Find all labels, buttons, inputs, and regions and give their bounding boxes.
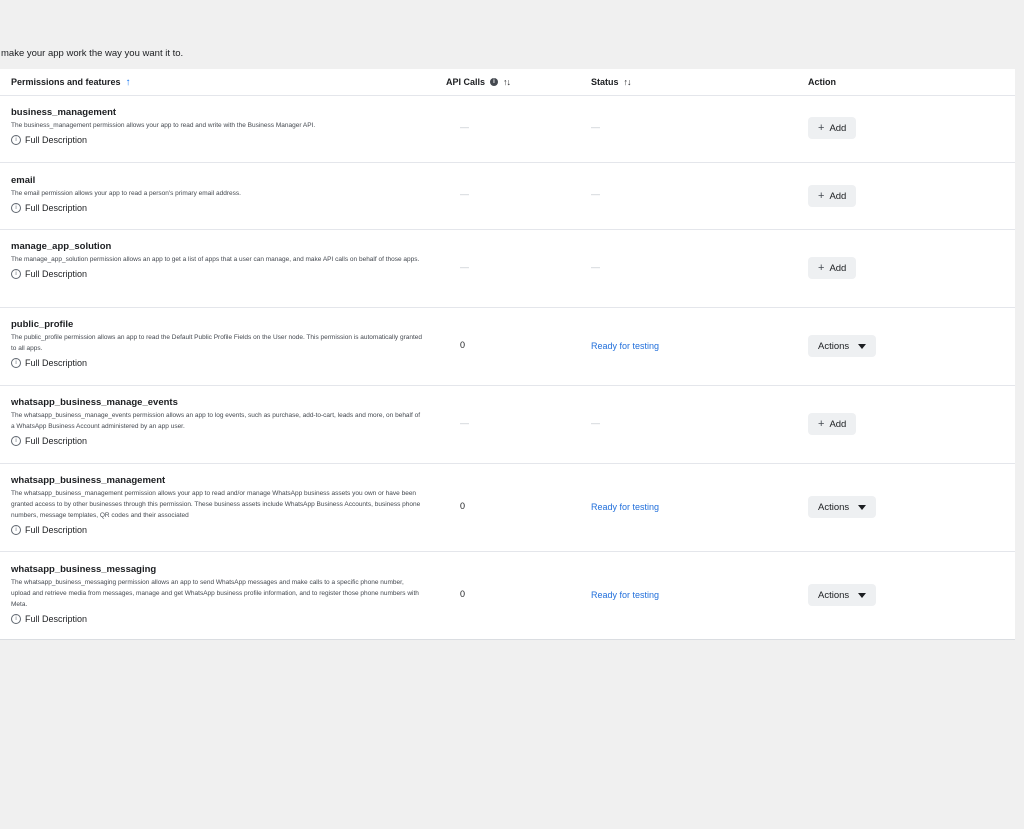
permissions-table: Permissions and features ↑ API Calls i ↑… xyxy=(0,69,1015,640)
actions-dropdown-label: Actions xyxy=(818,340,850,352)
info-icon[interactable]: i xyxy=(490,78,499,86)
header-action: Action xyxy=(808,77,836,87)
status-value: — xyxy=(591,262,600,272)
caret-down-icon xyxy=(858,343,867,349)
add-button-label: Add xyxy=(829,190,847,202)
full-description-label: Full Description xyxy=(25,358,88,368)
api-calls-value: 0 xyxy=(460,501,466,511)
full-description-label: Full Description xyxy=(25,436,88,446)
info-circle-icon: i xyxy=(11,358,21,368)
table-row: whatsapp_business_management The whatsap… xyxy=(0,464,1015,552)
permission-name: manage_app_solution xyxy=(11,241,112,252)
permission-name: whatsapp_business_manage_events xyxy=(11,397,178,408)
permission-description: The business_management permission allow… xyxy=(11,122,316,129)
permission-name: whatsapp_business_management xyxy=(11,475,166,486)
header-status-label: Status xyxy=(591,77,619,87)
api-calls-value: — xyxy=(460,189,469,199)
permission-cell: manage_app_solution The manage_app_solut… xyxy=(11,241,425,279)
info-circle-icon: i xyxy=(11,525,21,535)
table-row: whatsapp_business_manage_events The what… xyxy=(0,386,1015,464)
permission-cell: whatsapp_business_management The whatsap… xyxy=(11,475,425,535)
info-circle-icon: i xyxy=(11,203,21,213)
full-description-label: Full Description xyxy=(25,203,88,213)
info-circle-icon: i xyxy=(11,269,21,279)
permission-description: The whatsapp_business_management permiss… xyxy=(11,490,421,519)
full-description-label: Full Description xyxy=(25,135,88,145)
add-button[interactable]: + Add xyxy=(808,257,857,279)
plus-icon: + xyxy=(818,190,825,202)
status-value: — xyxy=(591,418,600,428)
header-api-calls[interactable]: API Calls i ↑↓ xyxy=(446,77,511,87)
full-description-link[interactable]: i Full Description xyxy=(11,525,425,535)
api-calls-value: — xyxy=(460,122,469,132)
permission-description: The email permission allows your app to … xyxy=(11,190,241,197)
header-api-calls-label: API Calls xyxy=(446,77,486,87)
permission-cell: public_profile The public_profile permis… xyxy=(11,319,425,368)
full-description-label: Full Description xyxy=(25,614,88,624)
caret-down-icon xyxy=(858,504,867,510)
info-circle-icon: i xyxy=(11,614,21,624)
header-permissions[interactable]: Permissions and features ↑ xyxy=(11,77,131,88)
plus-icon: + xyxy=(818,122,825,134)
table-row: whatsapp_business_messaging The whatsapp… xyxy=(0,552,1015,639)
permission-name: email xyxy=(11,175,36,186)
header-permissions-label: Permissions and features xyxy=(11,77,121,87)
full-description-link[interactable]: i Full Description xyxy=(11,614,425,624)
table-row: business_management The business_managem… xyxy=(0,96,1015,163)
plus-icon: + xyxy=(818,262,825,274)
actions-dropdown[interactable]: Actions xyxy=(808,335,877,357)
api-calls-value: 0 xyxy=(460,589,466,599)
full-description-label: Full Description xyxy=(25,269,88,279)
caret-down-icon xyxy=(858,592,867,598)
status-value: — xyxy=(591,189,600,199)
permission-cell: whatsapp_business_manage_events The what… xyxy=(11,397,425,446)
permission-name: whatsapp_business_messaging xyxy=(11,564,157,575)
permission-description: The manage_app_solution permission allow… xyxy=(11,256,420,263)
sort-icon: ↑↓ xyxy=(503,77,511,87)
actions-dropdown[interactable]: Actions xyxy=(808,584,877,606)
permission-description: The public_profile permission allows an … xyxy=(11,334,423,352)
api-calls-value: 0 xyxy=(460,340,466,350)
header-action-label: Action xyxy=(808,77,836,87)
full-description-link[interactable]: i Full Description xyxy=(11,436,425,446)
header-status[interactable]: Status ↑↓ xyxy=(591,77,632,87)
full-description-link[interactable]: i Full Description xyxy=(11,203,425,213)
actions-dropdown-label: Actions xyxy=(818,589,850,601)
add-button-label: Add xyxy=(829,122,847,134)
sort-ascending-icon: ↑ xyxy=(125,76,131,88)
actions-dropdown[interactable]: Actions xyxy=(808,496,877,518)
permission-description: The whatsapp_business_messaging permissi… xyxy=(11,579,419,608)
info-circle-icon: i xyxy=(11,135,21,145)
status-value[interactable]: Ready for testing xyxy=(591,341,659,351)
add-button[interactable]: + Add xyxy=(808,413,857,435)
full-description-link[interactable]: i Full Description xyxy=(11,135,425,145)
table-header: Permissions and features ↑ API Calls i ↑… xyxy=(0,69,1015,96)
permission-cell: whatsapp_business_messaging The whatsapp… xyxy=(11,564,425,624)
table-row: public_profile The public_profile permis… xyxy=(0,308,1015,386)
status-value[interactable]: Ready for testing xyxy=(591,590,659,600)
permission-name: public_profile xyxy=(11,319,74,330)
full-description-link[interactable]: i Full Description xyxy=(11,358,425,368)
status-value[interactable]: Ready for testing xyxy=(591,502,659,512)
table-row: email The email permission allows your a… xyxy=(0,163,1015,230)
api-calls-value: — xyxy=(460,418,469,428)
permission-cell: email The email permission allows your a… xyxy=(11,175,425,213)
permission-name: business_management xyxy=(11,107,117,118)
permission-description: The whatsapp_business_manage_events perm… xyxy=(11,412,421,430)
info-circle-icon: i xyxy=(11,436,21,446)
table-row: manage_app_solution The manage_app_solut… xyxy=(0,230,1015,308)
status-value: — xyxy=(591,122,600,132)
api-calls-value: — xyxy=(460,262,469,272)
full-description-link[interactable]: i Full Description xyxy=(11,269,425,279)
add-button-label: Add xyxy=(829,418,847,430)
permission-cell: business_management The business_managem… xyxy=(11,107,425,145)
add-button[interactable]: + Add xyxy=(808,117,857,139)
sort-icon: ↑↓ xyxy=(623,77,632,87)
add-button[interactable]: + Add xyxy=(808,185,857,207)
full-description-label: Full Description xyxy=(25,525,88,535)
plus-icon: + xyxy=(818,418,825,430)
add-button-label: Add xyxy=(829,262,847,274)
intro-text: make your app work the way you want it t… xyxy=(1,48,184,59)
actions-dropdown-label: Actions xyxy=(818,501,850,513)
